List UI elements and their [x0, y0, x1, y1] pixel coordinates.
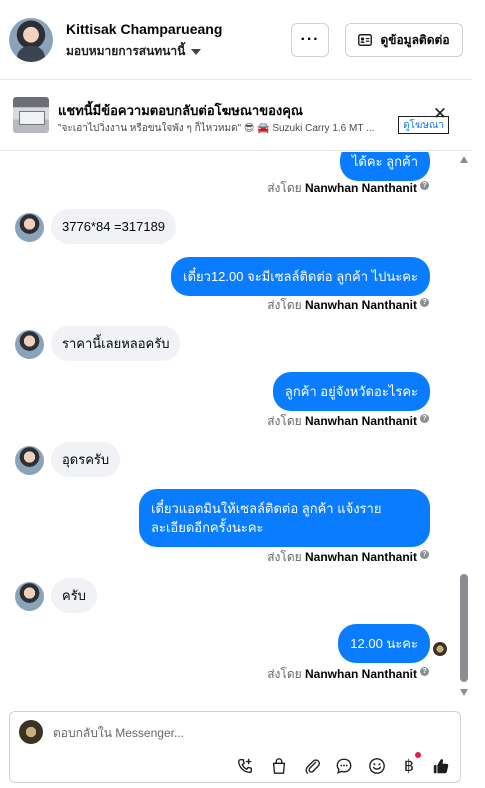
- reply-input[interactable]: [53, 722, 443, 744]
- ad-thumbnail[interactable]: [13, 97, 49, 133]
- message-thread: ได้คะ ลูกค้า ส่งโดย Nanwhan Nanthanit ? …: [0, 152, 472, 700]
- scrollbar-thumb[interactable]: [460, 574, 468, 682]
- incoming-message[interactable]: อุดรครับ: [51, 442, 121, 477]
- scroll-up-arrow-icon[interactable]: [460, 156, 468, 163]
- outgoing-message[interactable]: ลูกค้า อยู่จังหวัดอะไรคะ: [272, 372, 430, 411]
- emoji-icon[interactable]: [367, 756, 387, 776]
- contact-avatar-small[interactable]: [15, 213, 44, 242]
- contact-avatar-small[interactable]: [15, 582, 44, 611]
- info-icon[interactable]: ?: [420, 667, 429, 676]
- close-icon[interactable]: ✕: [431, 105, 449, 124]
- conversation-header: Kittisak Champarueang มอบหมายการสนทนานี้…: [0, 0, 472, 80]
- message-bubble-icon[interactable]: [334, 756, 354, 776]
- page-avatar: [19, 720, 43, 744]
- outgoing-message[interactable]: ได้คะ ลูกค้า: [339, 152, 430, 181]
- message-composer: ฿: [9, 711, 461, 783]
- sent-by-label: ส่งโดย Nanwhan Nanthanit: [267, 550, 417, 564]
- incoming-message[interactable]: ราคานี้เลยหลอครับ: [51, 326, 181, 361]
- ad-banner-title: แชทนี้มีข้อความตอบกลับต่อโฆษณาของคุณ: [58, 103, 303, 118]
- phone-plus-icon[interactable]: [235, 756, 255, 776]
- sent-by-label: ส่งโดย Nanwhan Nanthanit: [267, 298, 417, 312]
- outgoing-message[interactable]: เดี๋ยวแอดมินให้เซลล์ติดต่อ ลูกค้า แจ้งรา…: [139, 489, 430, 547]
- info-icon[interactable]: ?: [420, 550, 429, 559]
- more-icon: ···: [300, 31, 320, 48]
- contact-card-icon: [358, 34, 373, 46]
- sent-by-label: ส่งโดย Nanwhan Nanthanit: [267, 181, 417, 195]
- shopping-bag-icon[interactable]: [269, 756, 289, 776]
- paperclip-icon[interactable]: [302, 756, 322, 776]
- scroll-down-arrow-icon[interactable]: [460, 689, 468, 696]
- assign-label: มอบหมายการสนทนานี้: [66, 44, 186, 58]
- assign-conversation-dropdown[interactable]: มอบหมายการสนทนานี้: [66, 42, 202, 61]
- incoming-message[interactable]: ครับ: [51, 578, 97, 613]
- notification-dot: [415, 752, 421, 758]
- sent-by-label: ส่งโดย Nanwhan Nanthanit: [267, 667, 417, 681]
- caret-down-icon: [191, 48, 202, 55]
- outgoing-message[interactable]: เดี๋ยว12.00 จะมีเซลล์ติดต่อ ลูกค้า ไปนะค…: [171, 257, 430, 296]
- more-options-button[interactable]: ···: [291, 23, 329, 57]
- view-contact-info-button[interactable]: ดูข้อมูลติดต่อ: [345, 23, 463, 57]
- info-icon[interactable]: ?: [420, 181, 429, 190]
- contact-name[interactable]: Kittisak Champarueang: [66, 21, 222, 37]
- view-contact-info-label: ดูข้อมูลติดต่อ: [380, 32, 450, 47]
- info-icon[interactable]: ?: [420, 298, 429, 307]
- contact-avatar[interactable]: [9, 18, 53, 62]
- baht-icon[interactable]: ฿: [399, 756, 419, 776]
- info-icon[interactable]: ?: [420, 414, 429, 423]
- seen-avatar-icon: [433, 642, 447, 656]
- ad-banner-subtitle: "จะเอาไปวิ่งงาน หรือขนใจพัง ๆ ก็ไหวหมด" …: [58, 123, 375, 134]
- incoming-message[interactable]: 3776*84 =317189: [51, 209, 177, 244]
- ad-reply-banner: แชทนี้มีข้อความตอบกลับต่อโฆษณาของคุณ "จะ…: [0, 81, 472, 151]
- contact-avatar-small[interactable]: [15, 330, 44, 359]
- sent-by-label: ส่งโดย Nanwhan Nanthanit: [267, 414, 417, 428]
- thumbs-up-icon[interactable]: [431, 756, 451, 776]
- outgoing-message[interactable]: 12.00 นะคะ: [338, 624, 430, 663]
- contact-avatar-small[interactable]: [15, 446, 44, 475]
